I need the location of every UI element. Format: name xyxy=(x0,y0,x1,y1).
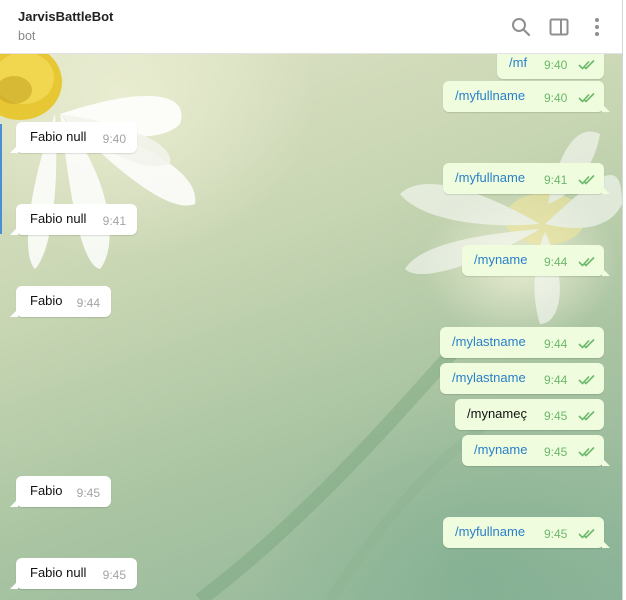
sidebar-toggle-icon[interactable] xyxy=(548,16,570,38)
double-check-icon xyxy=(578,446,595,457)
message-text: Fabio null xyxy=(30,129,87,144)
message-time: 9:44 xyxy=(76,296,100,310)
message-time: 9:45 xyxy=(76,486,100,500)
message-text: Fabio null xyxy=(30,565,87,580)
double-check-icon xyxy=(578,256,595,267)
chat-status: bot xyxy=(18,29,36,43)
chat-header: JarvisBattleBot bot xyxy=(0,0,622,54)
outgoing-message[interactable]: /myfullname 9:41 xyxy=(443,163,610,194)
incoming-message[interactable]: Fabio null 9:45 xyxy=(10,558,137,589)
message-time: 9:41 xyxy=(544,173,568,187)
message-time: 9:40 xyxy=(544,58,568,72)
command-link[interactable]: /mf xyxy=(509,55,527,70)
chat-window: JarvisBattleBot bot /mf 9:40 /myfullname… xyxy=(0,0,623,600)
message-time: 9:45 xyxy=(544,527,568,541)
message-text: /mynameç xyxy=(467,406,527,421)
outgoing-message[interactable]: /myname 9:45 xyxy=(462,435,610,466)
double-check-icon xyxy=(578,174,595,185)
command-link[interactable]: /mylastname xyxy=(452,370,526,385)
double-check-icon xyxy=(578,59,595,70)
outgoing-message[interactable]: /mylastname 9:44 xyxy=(440,327,604,358)
double-check-icon xyxy=(578,374,595,385)
message-time: 9:40 xyxy=(544,91,568,105)
unread-accent-bar xyxy=(0,124,2,234)
message-time: 9:44 xyxy=(544,337,568,351)
incoming-message[interactable]: Fabio 9:45 xyxy=(10,476,111,507)
message-text: Fabio xyxy=(30,483,63,498)
message-time: 9:45 xyxy=(544,409,568,423)
chat-title[interactable]: JarvisBattleBot xyxy=(18,9,113,24)
message-time: 9:45 xyxy=(544,445,568,459)
command-link[interactable]: /myfullname xyxy=(455,524,525,539)
double-check-icon xyxy=(578,528,595,539)
outgoing-message[interactable]: /myname 9:44 xyxy=(462,245,610,276)
double-check-icon xyxy=(578,92,595,103)
message-time: 9:41 xyxy=(102,214,126,228)
command-link[interactable]: /mylastname xyxy=(452,334,526,349)
incoming-message[interactable]: Fabio null 9:41 xyxy=(10,204,137,235)
outgoing-message[interactable]: /myfullname 9:40 xyxy=(443,81,610,112)
outgoing-message[interactable]: /mynameç 9:45 xyxy=(455,399,604,430)
command-link[interactable]: /myfullname xyxy=(455,170,525,185)
incoming-message[interactable]: Fabio null 9:40 xyxy=(10,122,137,153)
incoming-message[interactable]: Fabio 9:44 xyxy=(10,286,111,317)
command-link[interactable]: /myname xyxy=(474,442,527,457)
command-link[interactable]: /myfullname xyxy=(455,88,525,103)
search-icon[interactable] xyxy=(510,16,532,38)
more-vert-icon[interactable] xyxy=(586,16,608,38)
message-time: 9:45 xyxy=(102,568,126,582)
message-time: 9:44 xyxy=(544,373,568,387)
message-time: 9:40 xyxy=(102,132,126,146)
message-text: Fabio xyxy=(30,293,63,308)
outgoing-message[interactable]: /myfullname 9:45 xyxy=(443,517,610,548)
double-check-icon xyxy=(578,338,595,349)
double-check-icon xyxy=(578,410,595,421)
message-time: 9:44 xyxy=(544,255,568,269)
outgoing-message[interactable]: /mylastname 9:44 xyxy=(440,363,604,394)
message-text: Fabio null xyxy=(30,211,87,226)
command-link[interactable]: /myname xyxy=(474,252,527,267)
